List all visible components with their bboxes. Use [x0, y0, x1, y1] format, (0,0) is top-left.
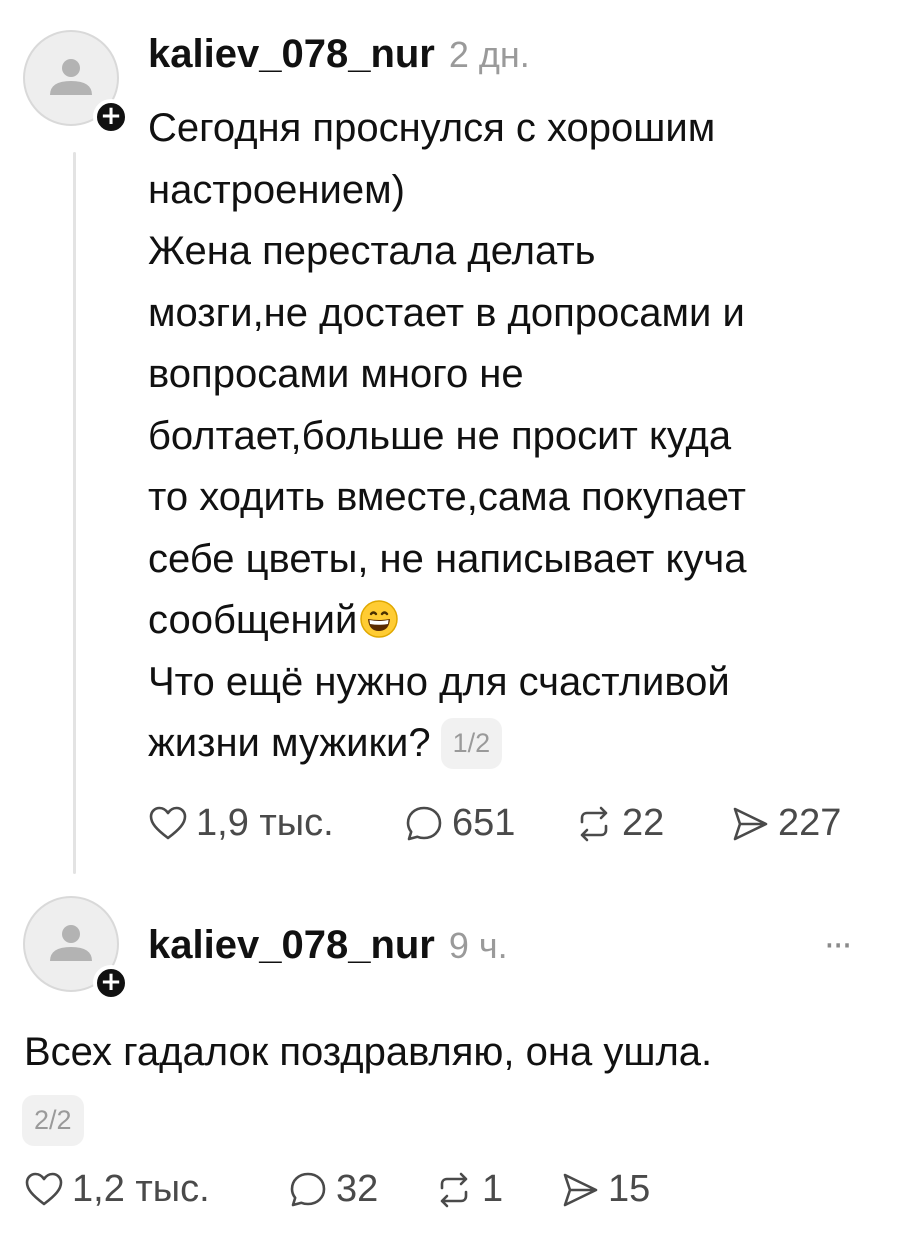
post-text: Сегодня проснулся с хорошим настроением)… — [148, 98, 747, 775]
post-text-line: сообщений — [148, 598, 358, 642]
share-count: 15 — [608, 1168, 651, 1210]
repost-count: 22 — [622, 802, 665, 844]
comment-button[interactable]: 32 — [288, 1168, 434, 1211]
thread-line — [73, 152, 76, 874]
post-text: Всех гадалок поздравляю, она ушла. — [24, 1030, 713, 1074]
comment-button[interactable]: 651 — [404, 802, 574, 845]
share-count: 227 — [778, 802, 842, 844]
post-text-line-with-emoji: сообщений — [148, 590, 747, 652]
post-time: 9 ч. — [448, 925, 508, 966]
grinning-face-emoji-icon — [360, 600, 399, 638]
share-button[interactable]: 227 — [730, 802, 841, 845]
repost-icon — [440, 1172, 468, 1207]
post-header: kaliev_078_nur 2 дн. — [148, 32, 530, 77]
share-button[interactable]: 15 — [560, 1168, 650, 1211]
repost-icon — [580, 806, 608, 841]
repost-button[interactable]: 1 — [434, 1168, 560, 1211]
heart-icon — [25, 1172, 63, 1205]
post-text-line: Что ещё нужно для счастливой — [148, 659, 730, 704]
more-options-icon[interactable]: ··· — [824, 926, 852, 966]
send-icon — [733, 807, 768, 840]
post-text-line: настроением) — [148, 167, 405, 212]
post-text-line: жизни мужики? — [148, 721, 431, 765]
follow-plus-icon[interactable]: + — [93, 99, 129, 135]
send-icon — [563, 1173, 598, 1206]
post-actions: 1,2 тыс. 32 1 15 — [24, 1168, 650, 1211]
post-header: kaliev_078_nur 9 ч. — [148, 923, 508, 968]
heart-icon — [149, 806, 187, 839]
like-button[interactable]: 1,9 тыс. — [148, 802, 404, 845]
comment-count: 32 — [336, 1168, 379, 1210]
post-text-line: вопросами много не — [148, 352, 524, 396]
post-text-line: себе цветы, не написывает куча — [148, 536, 747, 581]
like-count: 1,9 тыс. — [196, 802, 334, 844]
post-text-line: мозги,не достает в допросами и — [148, 290, 745, 335]
username[interactable]: kaliev_078_nur — [148, 923, 435, 968]
post-time: 2 дн. — [448, 34, 530, 75]
post-text-line: Жена перестала делать — [148, 229, 596, 273]
follow-plus-icon[interactable]: + — [93, 965, 129, 1001]
like-button[interactable]: 1,2 тыс. — [24, 1168, 288, 1211]
post-actions: 1,9 тыс. 651 22 227 — [148, 802, 841, 845]
like-count: 1,2 тыс. — [72, 1168, 210, 1210]
post-text-line: то ходить вместе,сама покупает — [148, 475, 746, 519]
comment-count: 651 — [452, 802, 516, 844]
comment-bubble-icon — [406, 806, 442, 840]
post-text-line: Сегодня проснулся с хорошим — [148, 106, 716, 150]
comment-bubble-icon — [290, 1172, 326, 1206]
username[interactable]: kaliev_078_nur — [148, 32, 435, 77]
page-indicator: 1/2 — [440, 718, 503, 769]
post-text-line-with-badge: жизни мужики? 1/2 — [148, 713, 747, 775]
page-indicator: 2/2 — [22, 1095, 84, 1146]
repost-count: 1 — [482, 1168, 504, 1210]
repost-button[interactable]: 22 — [574, 802, 730, 845]
post-text-line: болтает,больше не просит куда — [148, 413, 732, 458]
